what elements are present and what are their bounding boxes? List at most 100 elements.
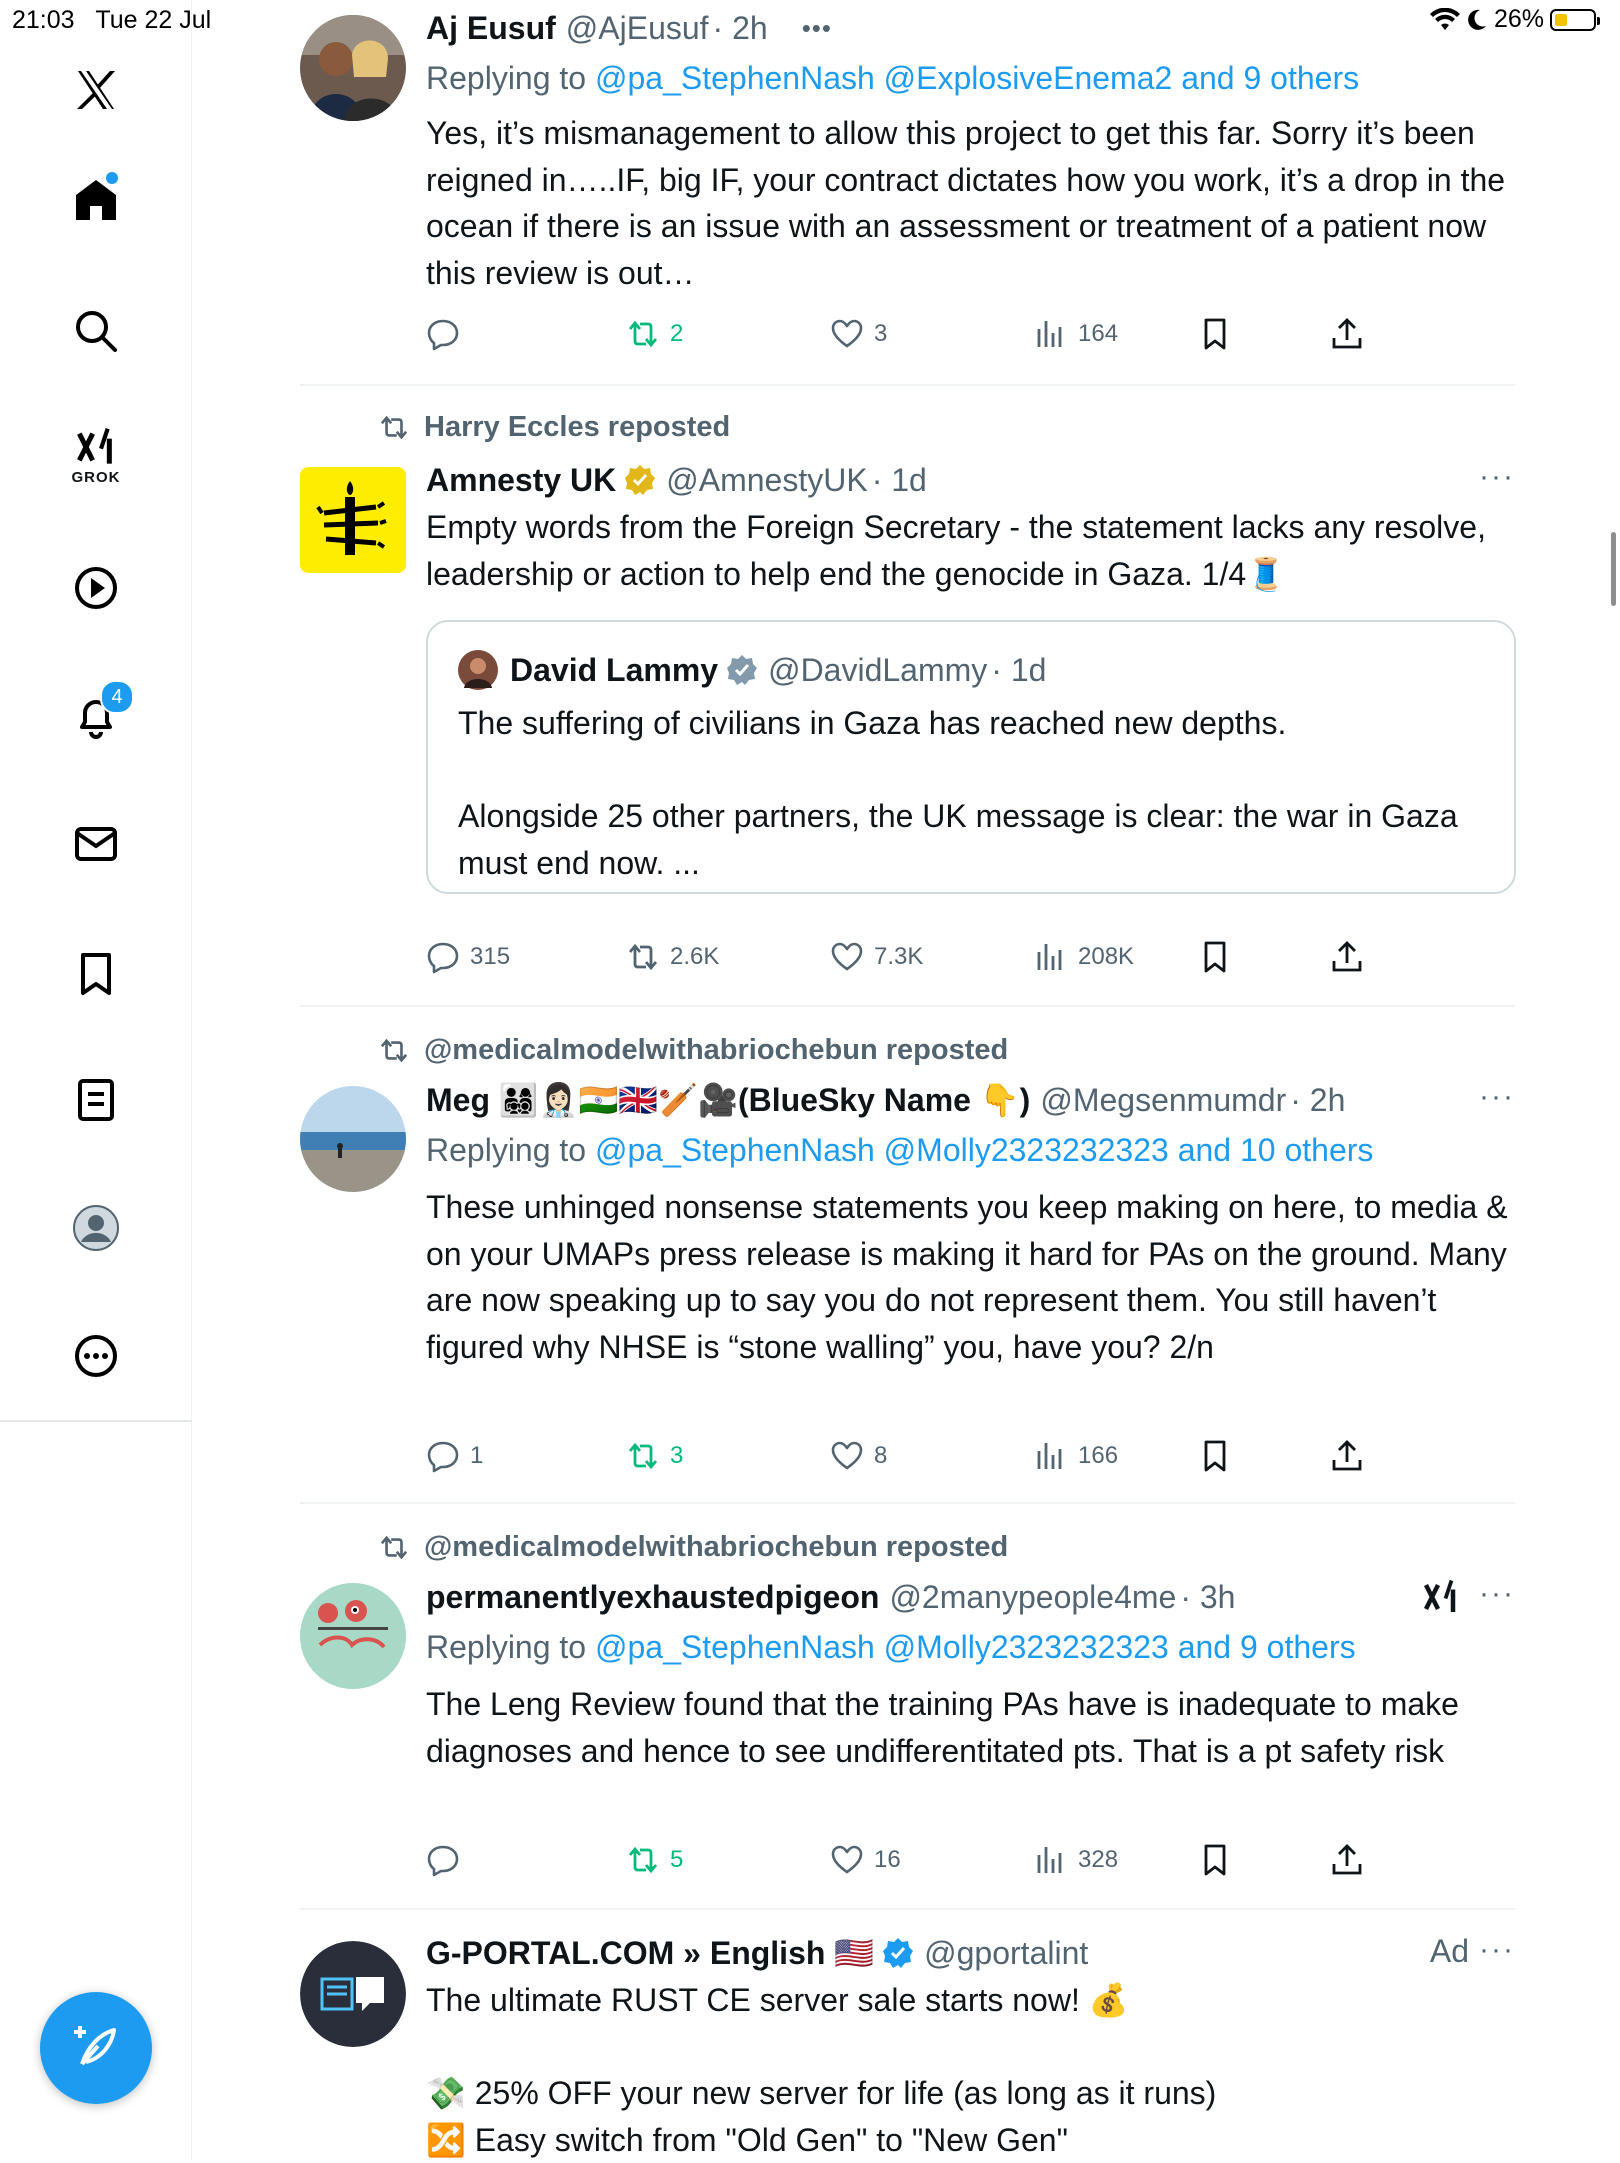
quote-text: The suffering of civilians in Gaza has r… (458, 705, 1458, 881)
compose-post-button[interactable] (40, 1992, 152, 2104)
like-count: 3 (874, 320, 888, 347)
author-handle[interactable]: @gportalint (924, 1933, 1088, 1973)
quoted-tweet[interactable]: David Lammy @DavidLammy · 1d The sufferi… (426, 620, 1516, 894)
repost-button[interactable]: 3 (626, 1439, 683, 1473)
views-button[interactable]: 164 (1034, 317, 1118, 351)
post-time[interactable]: · 1d (872, 460, 927, 500)
more-options-icon[interactable] (60, 1320, 132, 1392)
messages-icon[interactable] (60, 808, 132, 880)
repost-icon (628, 1846, 658, 1874)
author-name[interactable]: Meg 👨‍👩‍👧‍👦👩🏻‍⚕️🇮🇳🇬🇧🏏🎥(BlueSky Name 👇) (426, 1080, 1030, 1120)
bookmark-button[interactable] (1198, 1439, 1232, 1473)
like-button[interactable]: 3 (830, 317, 887, 351)
bookmark-button[interactable] (1198, 1843, 1232, 1877)
views-chart-icon (1037, 944, 1062, 970)
tweet-text: Yes, it’s mismanagement to allow this pr… (426, 115, 1514, 291)
avatar[interactable] (300, 1086, 406, 1192)
reply-button[interactable]: 1 (426, 1439, 483, 1473)
bookmark-button[interactable] (1198, 940, 1232, 974)
ad-label: Ad (1429, 1933, 1469, 1969)
scrollbar[interactable] (1611, 532, 1616, 606)
bookmark-icon (1204, 941, 1226, 973)
more-options-button[interactable]: ··· (1479, 460, 1515, 494)
reply-count: 1 (470, 1442, 484, 1469)
repost-button[interactable]: 2 (626, 317, 683, 351)
lists-icon[interactable] (60, 1064, 132, 1136)
repost-button[interactable]: 5 (626, 1843, 683, 1877)
views-chart-icon (1037, 321, 1062, 347)
quote-avatar[interactable] (458, 650, 498, 690)
author-name[interactable]: Aj Eusuf (426, 8, 556, 48)
bookmark-button[interactable] (1198, 317, 1232, 351)
tweet-text: The Leng Review found that the training … (426, 1686, 1468, 1769)
more-options-button[interactable]: ··· (1479, 1577, 1515, 1611)
like-button[interactable]: 8 (830, 1439, 887, 1473)
battery-icon (1550, 8, 1600, 31)
avatar[interactable] (300, 1583, 406, 1689)
avatar[interactable] (300, 467, 406, 573)
views-button[interactable]: 208K (1034, 940, 1134, 974)
share-button[interactable] (1330, 1843, 1364, 1877)
reply-to-link[interactable]: @pa_StephenNash @Molly2323232323 and 10 … (595, 1132, 1373, 1168)
views-count: 164 (1078, 320, 1119, 347)
reply-button[interactable] (426, 317, 470, 351)
repost-count: 5 (670, 1846, 684, 1873)
verified-gray-badge-icon (727, 655, 758, 685)
author-name[interactable]: G-PORTAL.COM » English 🇺🇸 (426, 1933, 874, 1973)
tweet-actions: 5 16 328 (426, 1843, 1426, 1883)
repost-button[interactable]: 2.6K (626, 940, 719, 974)
share-button[interactable] (1330, 940, 1364, 974)
like-count: 7.3K (874, 943, 924, 970)
views-count: 328 (1078, 1846, 1119, 1873)
home-icon[interactable] (60, 164, 132, 236)
avatar[interactable] (300, 1941, 406, 2047)
reply-to-link[interactable]: @pa_StephenNash @Molly2323232323 and 9 o… (595, 1629, 1356, 1665)
share-button[interactable] (1330, 317, 1364, 351)
post-time[interactable]: · 3h (1180, 1577, 1235, 1617)
share-button[interactable] (1330, 1439, 1364, 1473)
author-handle[interactable]: @2manypeople4me (889, 1577, 1176, 1617)
share-icon (1332, 318, 1362, 349)
home-unread-dot (106, 172, 118, 184)
reply-icon (427, 942, 459, 974)
tweet-actions: 1 3 8 166 (426, 1439, 1426, 1479)
reply-to-link[interactable]: @pa_StephenNash @ExplosiveEnema2 and 9 o… (595, 60, 1359, 96)
like-button[interactable]: 7.3K (830, 940, 923, 974)
views-button[interactable]: 328 (1034, 1843, 1118, 1877)
author-handle[interactable]: @AmnestyUK (666, 460, 867, 500)
like-button[interactable]: 16 (830, 1843, 901, 1877)
repost-icon (628, 1442, 658, 1470)
author-handle[interactable]: @AjEusuf (566, 8, 709, 48)
tweet-text: These unhinged nonsense statements you k… (426, 1189, 1517, 1365)
quote-author-name[interactable]: David Lammy (510, 652, 718, 689)
bookmark-icon (1204, 1844, 1226, 1876)
more-options-button[interactable]: ··· (1479, 1080, 1515, 1114)
x-logo-icon[interactable] (60, 54, 132, 126)
more-options-button[interactable]: ••• (802, 8, 832, 48)
more-options-button[interactable]: ··· (1479, 1933, 1515, 1967)
post-time[interactable]: · 2h (1290, 1080, 1345, 1120)
avatar[interactable] (300, 15, 406, 121)
bookmarks-icon[interactable] (60, 938, 132, 1010)
repost-icon (628, 943, 658, 971)
video-icon[interactable] (60, 552, 132, 624)
views-button[interactable]: 166 (1034, 1439, 1118, 1473)
author-name[interactable]: permanentlyexhaustedpigeon (426, 1577, 879, 1617)
grok-icon[interactable] (1423, 1579, 1459, 1615)
author-name[interactable]: Amnesty UK (426, 460, 616, 500)
quote-author-handle[interactable]: @DavidLammy (768, 652, 987, 689)
author-handle[interactable]: @Megsenmumdr (1040, 1080, 1286, 1120)
sidebar-divider (0, 1420, 192, 1422)
compose-feather-icon (74, 2026, 116, 2066)
profile-avatar-icon[interactable] (60, 1192, 132, 1264)
notifications-bell-icon[interactable]: 4 (60, 680, 134, 752)
tweet-text: The ultimate RUST CE server sale starts … (426, 1982, 1217, 2158)
reply-button[interactable]: 315 (426, 940, 510, 974)
post-time[interactable]: · 2h (713, 8, 768, 48)
heart-icon (831, 1441, 863, 1470)
reply-icon (427, 1441, 459, 1473)
grok-icon[interactable]: GROK (60, 420, 132, 492)
verified-gold-badge-icon (625, 465, 656, 495)
reply-button[interactable] (426, 1843, 470, 1877)
search-icon[interactable] (60, 295, 132, 367)
